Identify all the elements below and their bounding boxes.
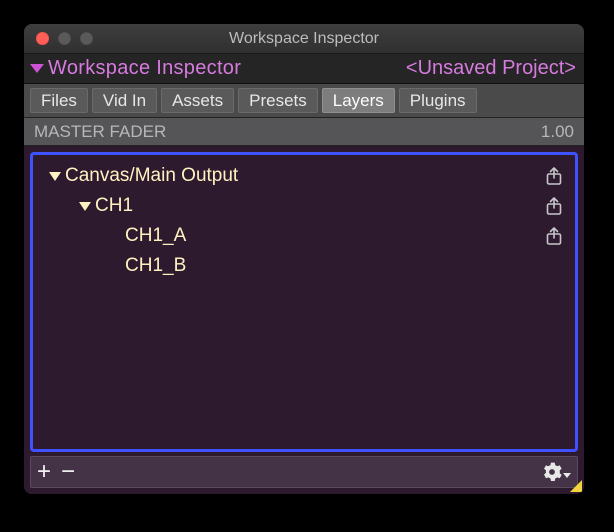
tree-row-ch1[interactable]: CH1	[41, 191, 567, 221]
tree-label: Canvas/Main Output	[65, 165, 238, 187]
titlebar: Workspace Inspector	[24, 24, 584, 54]
gear-icon	[542, 462, 562, 482]
tree-row-canvas[interactable]: Canvas/Main Output	[41, 161, 567, 191]
close-window-button[interactable]	[36, 32, 49, 45]
project-name: <Unsaved Project>	[406, 57, 576, 80]
chevron-down-icon[interactable]	[79, 202, 91, 211]
tree-row-ch1b[interactable]: CH1_B	[41, 251, 567, 281]
master-fader[interactable]: MASTER FADER 1.00	[24, 118, 584, 146]
tab-plugins[interactable]: Plugins	[399, 88, 477, 113]
add-layer-button[interactable]: +	[37, 460, 51, 484]
zoom-window-button[interactable]	[80, 32, 93, 45]
disclosure-triangle-icon[interactable]	[30, 64, 44, 73]
layer-options-button[interactable]	[542, 462, 571, 482]
tab-presets[interactable]: Presets	[238, 88, 318, 113]
chevron-down-icon[interactable]	[49, 172, 61, 181]
tree-label: CH1	[95, 195, 133, 217]
layers-panel: Canvas/Main Output CH1	[24, 146, 584, 494]
dropdown-arrow-icon	[563, 473, 571, 478]
master-fader-label: MASTER FADER	[34, 122, 166, 142]
layer-tree[interactable]: Canvas/Main Output CH1	[30, 152, 578, 452]
tree-label: CH1_A	[125, 225, 186, 247]
inspector-window: Workspace Inspector Workspace Inspector …	[24, 24, 584, 494]
tree-row-ch1a[interactable]: CH1_A	[41, 221, 567, 251]
window-title: Workspace Inspector	[24, 30, 584, 48]
tab-bar: Files Vid In Assets Presets Layers Plugi…	[24, 84, 584, 118]
share-icon[interactable]	[545, 166, 563, 186]
resize-handle-icon[interactable]	[570, 480, 582, 492]
tab-files[interactable]: Files	[30, 88, 88, 113]
remove-layer-button[interactable]: −	[61, 460, 75, 484]
tab-vid-in[interactable]: Vid In	[92, 88, 157, 113]
tab-assets[interactable]: Assets	[161, 88, 234, 113]
minimize-window-button[interactable]	[58, 32, 71, 45]
window-controls	[24, 32, 93, 45]
share-icon[interactable]	[545, 226, 563, 246]
layer-toolbar: + −	[30, 456, 578, 488]
inspector-title: Workspace Inspector	[48, 57, 241, 80]
tree-label: CH1_B	[125, 255, 186, 277]
tab-layers[interactable]: Layers	[322, 88, 395, 113]
master-fader-value: 1.00	[541, 122, 574, 142]
inspector-header: Workspace Inspector <Unsaved Project>	[24, 54, 584, 84]
share-icon[interactable]	[545, 196, 563, 216]
